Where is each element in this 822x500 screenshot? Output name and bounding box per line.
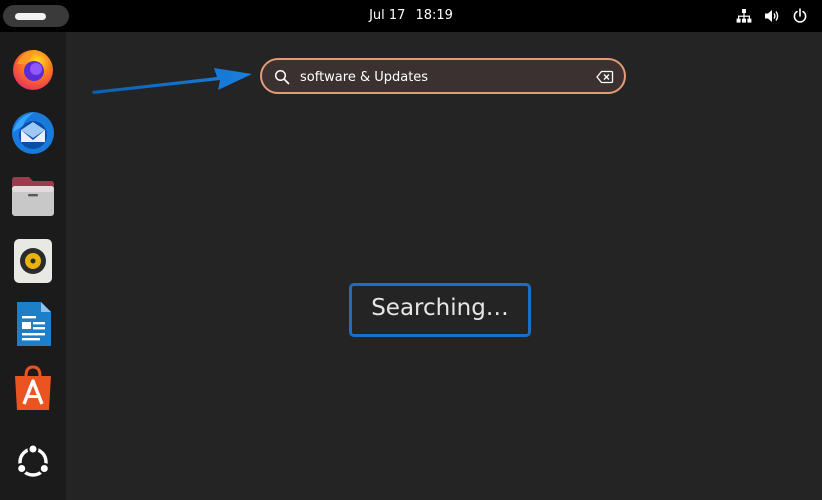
thunderbird-icon [12,112,54,154]
writer-icon [17,302,51,346]
app-center-icon [15,365,51,410]
dock-item-writer[interactable] [9,300,57,348]
clock-time[interactable]: 18:19 [415,8,452,23]
clear-icon[interactable] [596,69,614,85]
dock-item-app-center[interactable] [9,364,57,412]
searching-highlight: Searching… [349,283,531,337]
search-box[interactable] [260,58,626,94]
files-icon [12,177,54,216]
show-apps-icon [16,443,50,477]
power-icon[interactable] [792,8,808,24]
search-input[interactable] [300,66,590,88]
dock [0,32,66,500]
top-bar: Jul 17 18:19 [0,0,822,32]
dock-item-thunderbird[interactable] [9,108,57,156]
rhythmbox-icon [14,239,52,283]
clock-date[interactable]: Jul 17 [369,8,405,23]
dock-item-files[interactable] [9,172,57,220]
dock-item-show-apps[interactable] [9,438,57,486]
clock: Jul 17 18:19 [0,0,822,32]
firefox-icon [13,50,53,90]
annotation-arrow [92,68,252,94]
desktop-screen: Jul 17 18:19 software & Updates Searchin… [0,0,822,500]
activities-button[interactable] [3,5,69,27]
network-icon[interactable] [736,8,752,24]
system-tray[interactable] [736,0,808,32]
dock-item-rhythmbox[interactable] [9,236,57,284]
search-icon [274,69,290,85]
volume-icon[interactable] [764,8,780,24]
workspace-indicator [15,13,46,20]
searching-status: Searching… [371,295,509,321]
dock-item-firefox[interactable] [9,44,57,92]
